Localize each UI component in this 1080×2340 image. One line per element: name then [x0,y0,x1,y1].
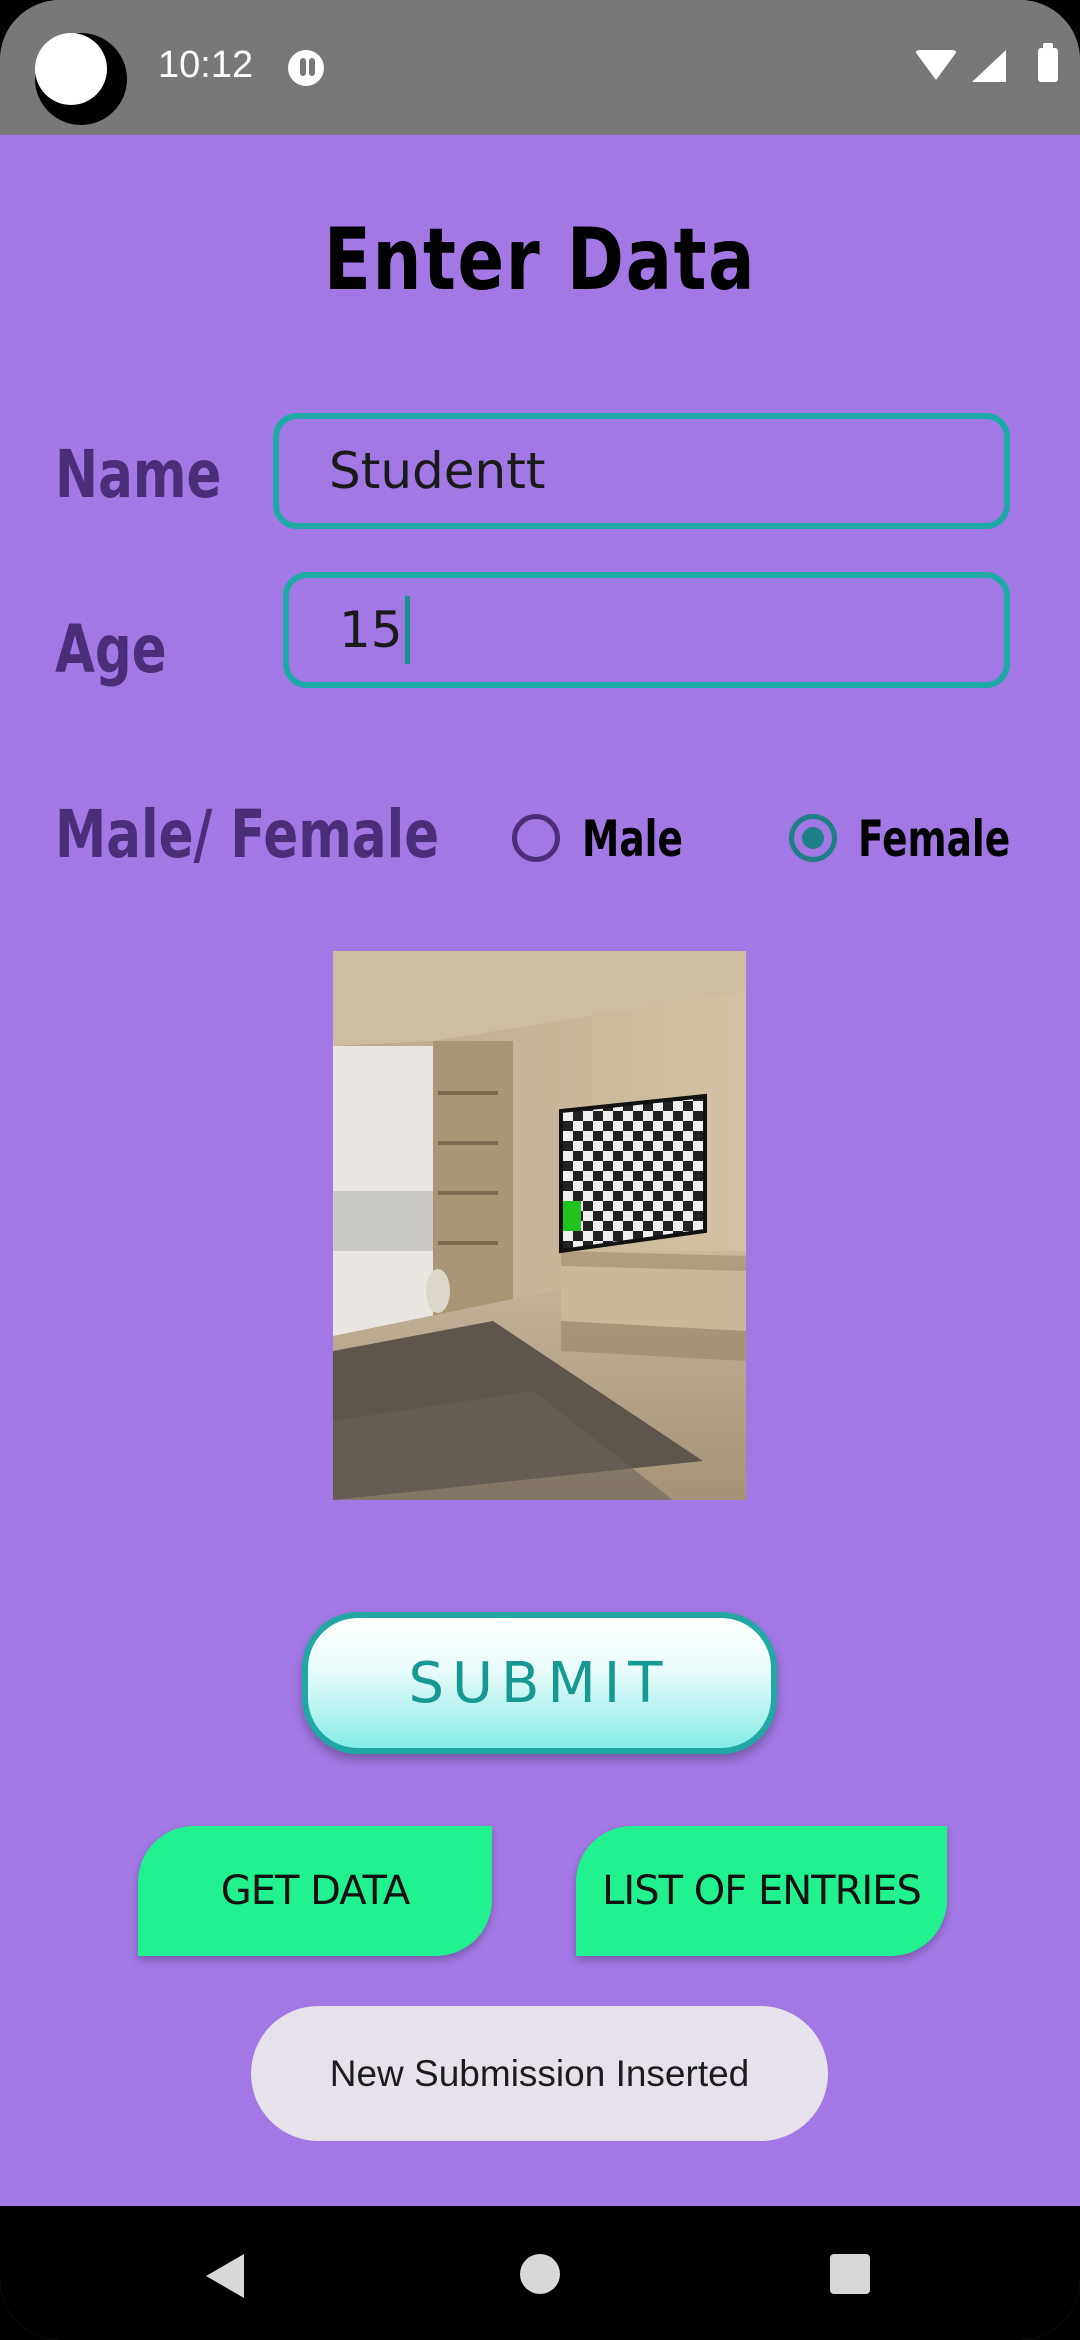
radio-female[interactable] [789,814,837,862]
wifi-icon [914,50,958,80]
status-time: 10:12 [158,44,254,86]
battery-icon [1038,43,1058,82]
toast-message: New Submission Inserted [251,2006,828,2141]
camera-cutout [35,33,127,125]
room-image [333,951,746,1500]
signal-icon [972,50,1006,82]
gender-label: Male/ Female [55,796,440,873]
page-title: Enter Data [323,210,757,310]
age-input-value: 15 [339,601,403,659]
app-screen: 10:12 Enter Data Name Studentt Age 15 Ma… [0,0,1080,2340]
home-icon[interactable] [520,2254,560,2294]
age-input[interactable]: 15 [283,572,1010,688]
name-label: Name [55,436,222,513]
name-input[interactable]: Studentt [273,413,1010,529]
back-icon[interactable] [206,2254,244,2298]
navigation-bar [0,2206,1080,2340]
radio-female-label[interactable]: Female [858,810,1010,868]
radio-male-label[interactable]: Male [582,810,683,868]
recents-icon[interactable] [830,2254,870,2294]
list-of-entries-button[interactable]: LIST OF ENTRIES [576,1826,947,1956]
status-bar: 10:12 [0,0,1080,135]
radio-male[interactable] [512,814,560,862]
notification-app-icon [288,50,324,86]
age-label: Age [55,611,167,688]
name-input-value: Studentt [329,442,546,500]
submit-button[interactable]: SUBMIT [302,1612,777,1754]
get-data-button[interactable]: GET DATA [138,1826,492,1956]
text-cursor [404,596,410,664]
